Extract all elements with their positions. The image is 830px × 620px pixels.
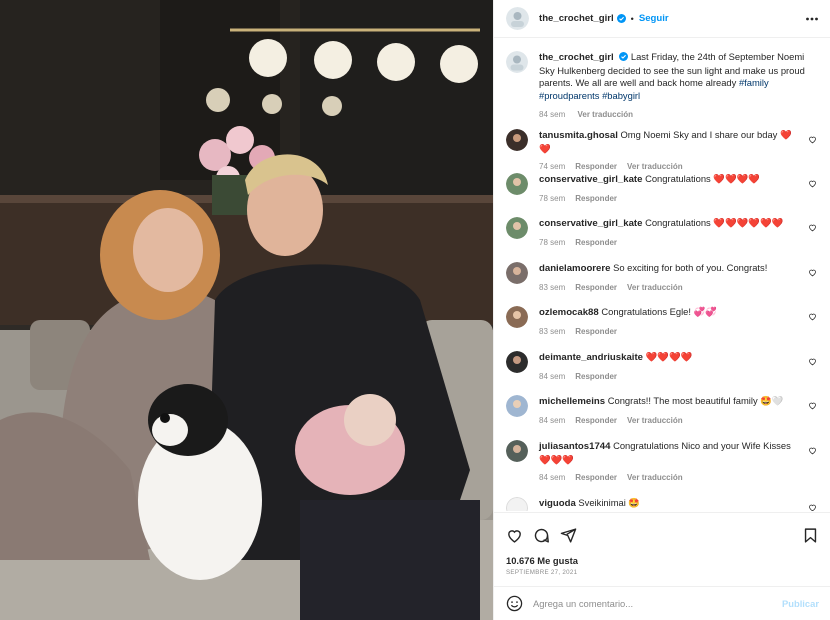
likes-count[interactable]: 10.676 Me gusta [506,555,578,566]
hashtag-link[interactable]: #proudparents [539,90,599,101]
share-icon[interactable] [560,527,577,544]
like-comment-heart-icon[interactable] [808,179,817,188]
reply-button[interactable]: Responder [575,372,617,381]
bookmark-icon[interactable] [802,527,819,544]
like-comment-heart-icon[interactable] [808,357,817,366]
comment-item: deimante_andriuskaite ❤️❤️❤️❤️ 84 sem Res… [506,351,819,383]
comment-time: 78 sem [539,237,566,247]
caption-time: 84 sem [539,110,566,120]
post-caption: the_crochet_girl Last Friday, the 24th o… [494,39,830,122]
caption-username[interactable]: the_crochet_girl [539,52,614,63]
comment-time: 74 sem [539,162,566,172]
post-photo[interactable] [0,0,493,620]
comment-item: michellemeins Congrats!! The most beauti… [506,395,819,427]
comment-time: 84 sem [539,371,566,381]
comment-item: ozlemocak88 Congratulations Egle! 💞💞 83 … [506,306,819,338]
hashtag-link[interactable]: #family [739,77,769,88]
comment-text: So exciting for both of you. Congrats! [613,262,768,273]
publish-button[interactable]: Publicar [782,598,819,609]
avatar[interactable] [506,51,528,73]
follow-button[interactable]: Seguir [639,13,669,24]
more-options-icon[interactable] [805,12,819,26]
like-comment-heart-icon[interactable] [808,312,817,321]
comment-text: Congrats!! The most beautiful family 🤩🤍 [607,395,784,406]
translate-button[interactable]: Ver traducción [577,110,633,119]
translate-button[interactable]: Ver traducción [627,162,683,171]
reply-button[interactable]: Responder [575,162,617,171]
comment-text: Sveikinimai 🤩 [578,497,641,508]
header-username[interactable]: the_crochet_girl [539,13,614,24]
comment-username[interactable]: ozlemocak88 [539,307,599,318]
hashtag-link[interactable]: #babygirl [602,90,640,101]
comment-time: 83 sem [539,326,566,336]
like-comment-heart-icon[interactable] [808,503,817,511]
reply-button[interactable]: Responder [575,283,617,292]
reply-button[interactable]: Responder [575,473,617,482]
comment-item: viguoda Sveikinimai 🤩 [506,497,819,511]
reply-button[interactable]: Responder [575,194,617,203]
avatar[interactable] [506,129,528,151]
verified-badge-icon [616,14,626,23]
comment-username[interactable]: conservative_girl_kate [539,174,642,185]
comment-text: Congratulations ❤️❤️❤️❤️❤️❤️ [645,217,784,228]
comment-username[interactable]: deimante_andriuskaite [539,352,643,363]
separator-dot: • [630,13,634,24]
comment-item: conservative_girl_kate Congratulations ❤… [506,173,819,205]
comment-item: conservative_girl_kate Congratulations ❤… [506,217,819,249]
reply-button[interactable]: Responder [575,416,617,425]
avatar[interactable] [506,440,528,462]
comment-time: 84 sem [539,473,566,483]
like-comment-heart-icon[interactable] [808,223,817,232]
reply-button[interactable]: Responder [575,327,617,336]
post-header: the_crochet_girl • Seguir [494,0,830,38]
post-panel: the_crochet_girl • Seguir the_crochet_gi… [493,0,830,620]
like-comment-heart-icon[interactable] [808,401,817,410]
post-actions: 10.676 Me gusta SEPTIEMBRE 27, 2021 [494,512,830,587]
comment-item: juliasantos1744 Congratulations Nico and… [506,440,819,485]
comment-icon[interactable] [533,527,550,544]
comments-list[interactable]: the_crochet_girl Last Friday, the 24th o… [494,39,830,511]
avatar[interactable] [506,351,528,373]
avatar[interactable] [506,395,528,417]
comment-username[interactable]: conservative_girl_kate [539,218,642,229]
like-comment-heart-icon[interactable] [808,135,817,144]
verified-badge-icon [619,52,629,61]
comment-text: Congratulations Egle! 💞💞 [601,306,717,317]
emoji-icon[interactable] [506,595,523,612]
comment-username[interactable]: viguoda [539,498,576,509]
comment-username[interactable]: michellemeins [539,396,605,407]
comment-username[interactable]: tanusmita.ghosal [539,130,618,141]
comment-username[interactable]: juliasantos1744 [539,441,610,452]
comment-time: 78 sem [539,193,566,203]
comment-username[interactable]: danielamoorere [539,263,610,274]
comment-item: tanusmita.ghosal Omg Noemi Sky and I sha… [506,129,819,174]
like-comment-heart-icon[interactable] [808,446,817,455]
translate-button[interactable]: Ver traducción [627,416,683,425]
avatar[interactable] [506,7,529,30]
avatar[interactable] [506,217,528,239]
reply-button[interactable]: Responder [575,238,617,247]
avatar[interactable] [506,262,528,284]
photo-illustration [0,0,493,620]
translate-button[interactable]: Ver traducción [627,473,683,482]
comment-time: 84 sem [539,415,566,425]
comment-item: danielamoorere So exciting for both of y… [506,262,819,294]
comment-text: Congratulations ❤️❤️❤️❤️ [645,173,761,184]
like-comment-heart-icon[interactable] [808,268,817,277]
avatar[interactable] [506,173,528,195]
comment-text: ❤️❤️❤️❤️ [645,351,693,362]
comment-composer: Publicar [494,586,830,620]
heart-icon[interactable] [506,527,523,544]
translate-button[interactable]: Ver traducción [627,283,683,292]
comment-time: 83 sem [539,282,566,292]
post-date[interactable]: SEPTIEMBRE 27, 2021 [506,569,577,576]
avatar[interactable] [506,497,528,511]
comment-input[interactable] [533,598,782,609]
avatar[interactable] [506,306,528,328]
